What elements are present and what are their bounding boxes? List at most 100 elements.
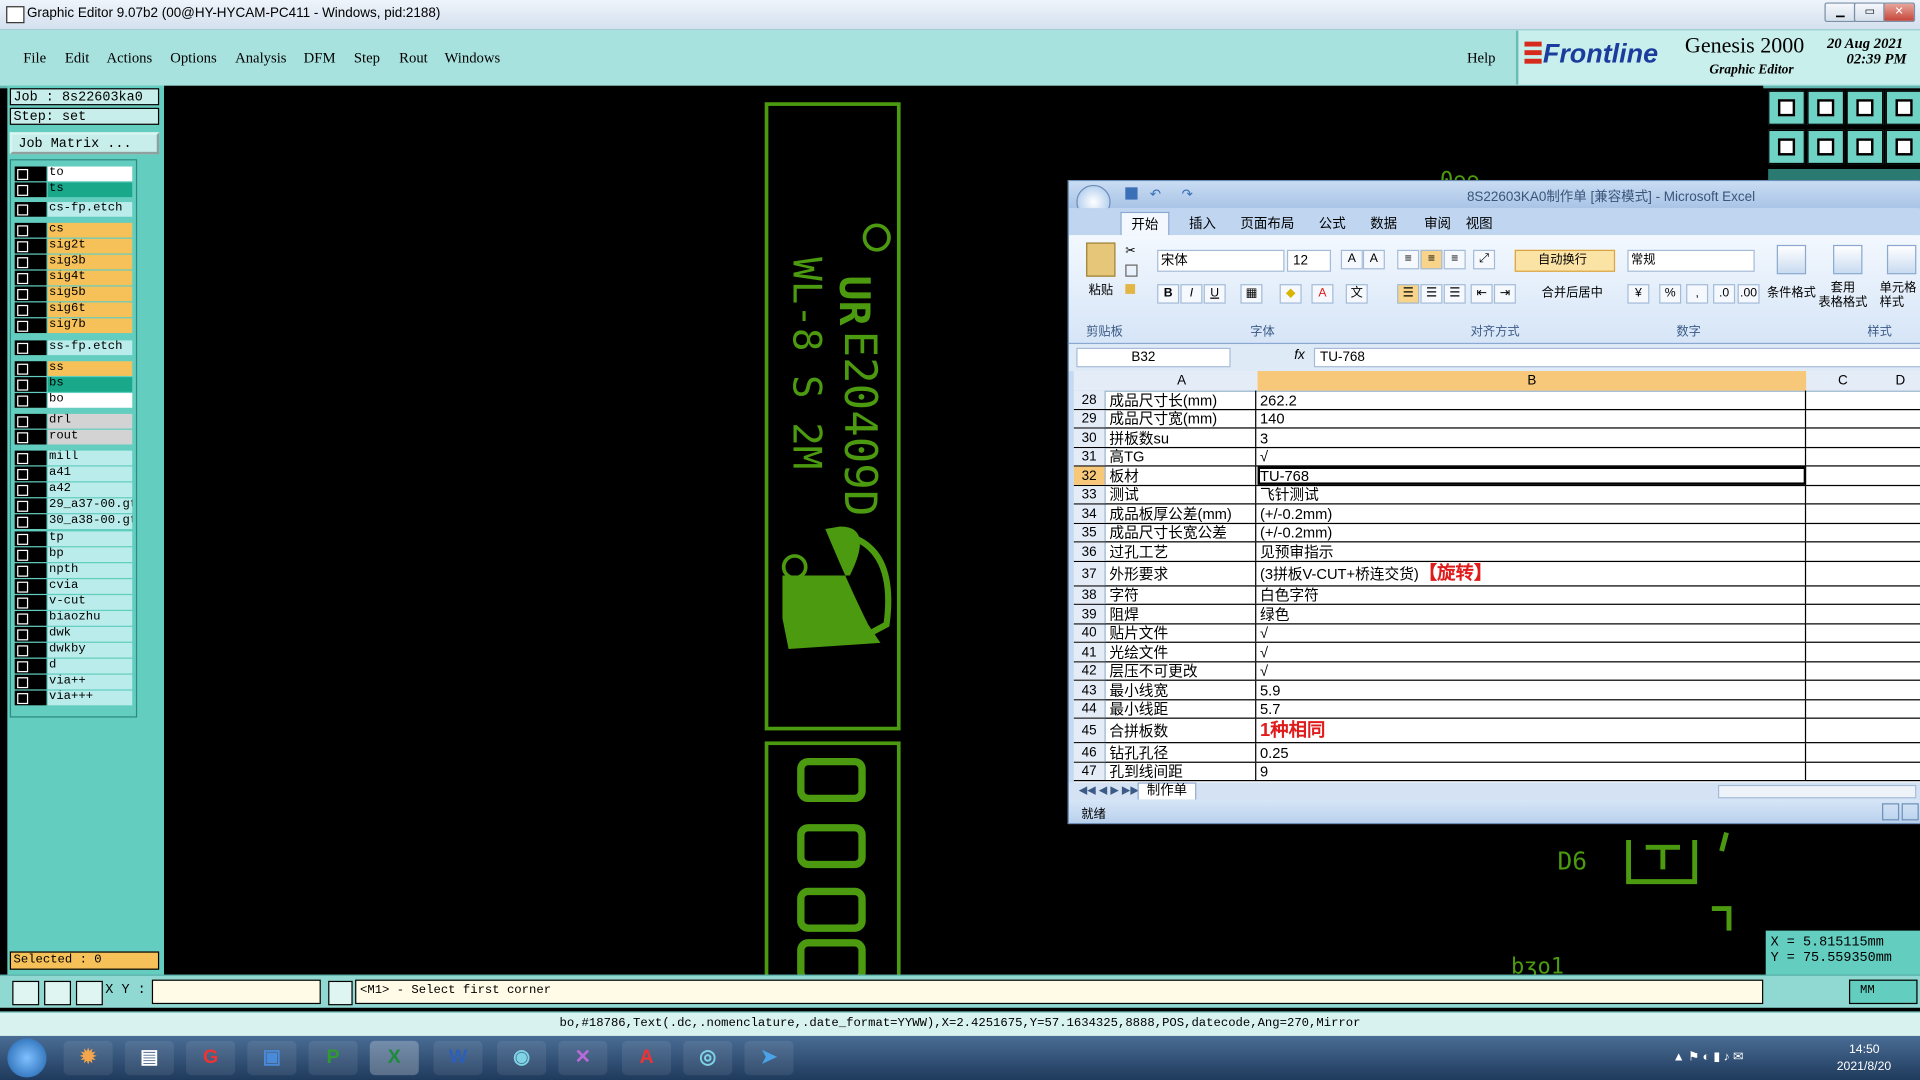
layer-checkbox[interactable]	[17, 379, 29, 391]
cell-a[interactable]: 成品尺寸宽(mm)	[1107, 410, 1257, 428]
align-middle-icon[interactable]: ≡	[1420, 249, 1443, 270]
shrink-font-button[interactable]: A	[1362, 249, 1385, 270]
layer-name[interactable]: 30_a38-00.gt	[47, 514, 133, 529]
table-row[interactable]: 37 外形要求 (3拼板V-CUT+桥连交货)【旋转】	[1073, 562, 1920, 587]
layer-name[interactable]: ss-fp.etch	[47, 340, 133, 356]
layer-row-bp[interactable]: bp	[14, 547, 133, 563]
cell-b[interactable]: 3	[1258, 428, 1807, 447]
name-box[interactable]: B32	[1076, 347, 1231, 368]
row-number[interactable]: 34	[1073, 504, 1106, 523]
table-row[interactable]: 41 光绘文件 √	[1073, 642, 1920, 663]
layer-checkbox[interactable]	[17, 225, 29, 237]
grid-icon[interactable]	[75, 980, 103, 1006]
layer-row-via-[interactable]: via++	[14, 674, 133, 690]
layer-checkbox[interactable]	[17, 565, 29, 577]
taskbar-x-icon[interactable]: ✕	[558, 1040, 608, 1076]
cell-a[interactable]: 测试	[1107, 486, 1257, 504]
layer-row-a41[interactable]: a41	[14, 466, 133, 482]
cell-a[interactable]: 阻焊	[1107, 604, 1257, 624]
spreadsheet-grid[interactable]: A B C D 28 成品尺寸长(mm) 262.2 29 成品尺寸宽(mm) 140 30…	[1073, 371, 1920, 783]
format-painter-icon[interactable]	[1125, 284, 1136, 294]
cell-a[interactable]: 光绘文件	[1107, 642, 1257, 662]
layer-checkbox[interactable]	[17, 629, 29, 641]
paste-icon[interactable]	[1086, 242, 1116, 277]
align-right-icon[interactable]: ☰	[1443, 284, 1466, 304]
row-number[interactable]: 30	[1073, 428, 1106, 447]
taskbar-cad-icon[interactable]: G	[186, 1040, 236, 1076]
cell-a[interactable]: 孔到线间距	[1107, 762, 1257, 781]
table-row[interactable]: 39 阻焊 绿色	[1073, 604, 1920, 625]
column-header-c[interactable]: C	[1806, 371, 1879, 391]
border-icon[interactable]: ▦	[1240, 284, 1263, 304]
decrease-indent-icon[interactable]: ⇤	[1470, 284, 1493, 304]
layer-checkbox[interactable]	[17, 342, 29, 354]
layer-name[interactable]: cvia	[47, 579, 133, 594]
layer-name[interactable]: 29_a37-00.gt	[47, 498, 133, 514]
wrap-text-button[interactable]: 自动换行	[1514, 249, 1616, 272]
layer-row-d[interactable]: d	[14, 658, 133, 674]
layer-row-sig3b[interactable]: sig3b	[14, 254, 133, 270]
cell-b[interactable]: √	[1258, 624, 1807, 642]
layer-row-sig5b[interactable]: sig5b	[14, 286, 133, 302]
layer-name[interactable]: sig6t	[47, 302, 133, 318]
ribbon-tab[interactable]: 数据	[1360, 212, 1407, 234]
layer-checkbox[interactable]	[17, 613, 29, 625]
layer-checkbox[interactable]	[17, 320, 29, 332]
taskbar-eye-icon[interactable]: ◉	[497, 1040, 547, 1076]
layer-name[interactable]: to	[47, 166, 133, 182]
layer-name[interactable]: npth	[47, 563, 133, 578]
cut-icon[interactable]: ✂	[1125, 245, 1135, 258]
layer-checkbox[interactable]	[17, 661, 29, 673]
tool-button-8-icon[interactable]	[1885, 129, 1920, 165]
layer-name[interactable]: cs	[47, 222, 133, 238]
layer-row-v-cut[interactable]: v-cut	[14, 595, 133, 610]
cell-b[interactable]: TU-768	[1257, 466, 1807, 485]
font-name-select[interactable]: 宋体	[1157, 249, 1285, 272]
table-row[interactable]: 38 字符 白色字符	[1073, 586, 1920, 605]
layer-checkbox[interactable]	[17, 304, 29, 316]
layer-name[interactable]: cs-fp.etch	[47, 202, 133, 217]
menu-analysis[interactable]: Analysis	[235, 49, 286, 67]
cell-b[interactable]: 绿色	[1258, 604, 1807, 624]
normal-view-icon[interactable]	[1882, 803, 1900, 821]
cell-b[interactable]: 5.7	[1258, 700, 1807, 718]
cell-a[interactable]: 钻孔孔径	[1107, 743, 1257, 762]
menu-options[interactable]: Options	[170, 49, 217, 67]
taskbar-bird-icon[interactable]: ➤	[744, 1040, 794, 1076]
table-row[interactable]: 36 过孔工艺 见预审指示	[1073, 542, 1920, 563]
cell-style-label[interactable]: 单元格 样式	[1880, 282, 1917, 311]
layer-name[interactable]: v-cut	[47, 595, 133, 610]
cell-b[interactable]: √	[1258, 448, 1807, 466]
undo-icon[interactable]: ↶	[1150, 186, 1161, 202]
table-row[interactable]: 29 成品尺寸宽(mm) 140	[1073, 410, 1920, 429]
taskbar-word-icon[interactable]: W	[433, 1040, 483, 1076]
increase-indent-icon[interactable]: ⇥	[1493, 284, 1516, 304]
layer-row-tp[interactable]: tp	[14, 531, 133, 547]
row-number[interactable]: 29	[1073, 410, 1106, 428]
layer-name[interactable]: dwkby	[47, 642, 133, 658]
tool-button-1-icon[interactable]	[1768, 90, 1805, 125]
row-number[interactable]: 46	[1073, 743, 1106, 762]
tool-button-4-icon[interactable]	[1885, 90, 1920, 125]
layer-row-sig7b[interactable]: sig7b	[14, 318, 133, 334]
layer-name[interactable]: via+++	[47, 690, 133, 706]
layer-row-cvia[interactable]: cvia	[14, 579, 133, 594]
table-row[interactable]: 32 板材 TU-768	[1073, 466, 1920, 487]
text-cursor-icon[interactable]	[328, 980, 353, 1006]
cell-a[interactable]: 合拼板数	[1107, 718, 1257, 743]
percent-icon[interactable]: %	[1659, 284, 1682, 304]
layer-row-cs[interactable]: cs	[14, 222, 133, 238]
layer-name[interactable]: drl	[47, 413, 133, 429]
layer-checkbox[interactable]	[17, 693, 29, 705]
layer-checkbox[interactable]	[17, 204, 29, 216]
layer-name[interactable]: sig4t	[47, 270, 133, 286]
increase-decimal-icon[interactable]: .0	[1713, 284, 1736, 304]
paste-label[interactable]: 粘贴	[1089, 279, 1113, 297]
table-row[interactable]: 42 层压不可更改 √	[1073, 662, 1920, 681]
layer-checkbox[interactable]	[17, 257, 29, 269]
table-format-icon[interactable]	[1833, 244, 1863, 275]
layer-row-mill[interactable]: mill	[14, 450, 133, 466]
layer-name[interactable]: bs	[47, 377, 133, 392]
cell-b[interactable]: (+/-0.2mm)	[1258, 504, 1807, 523]
xy-input[interactable]	[151, 979, 321, 1005]
